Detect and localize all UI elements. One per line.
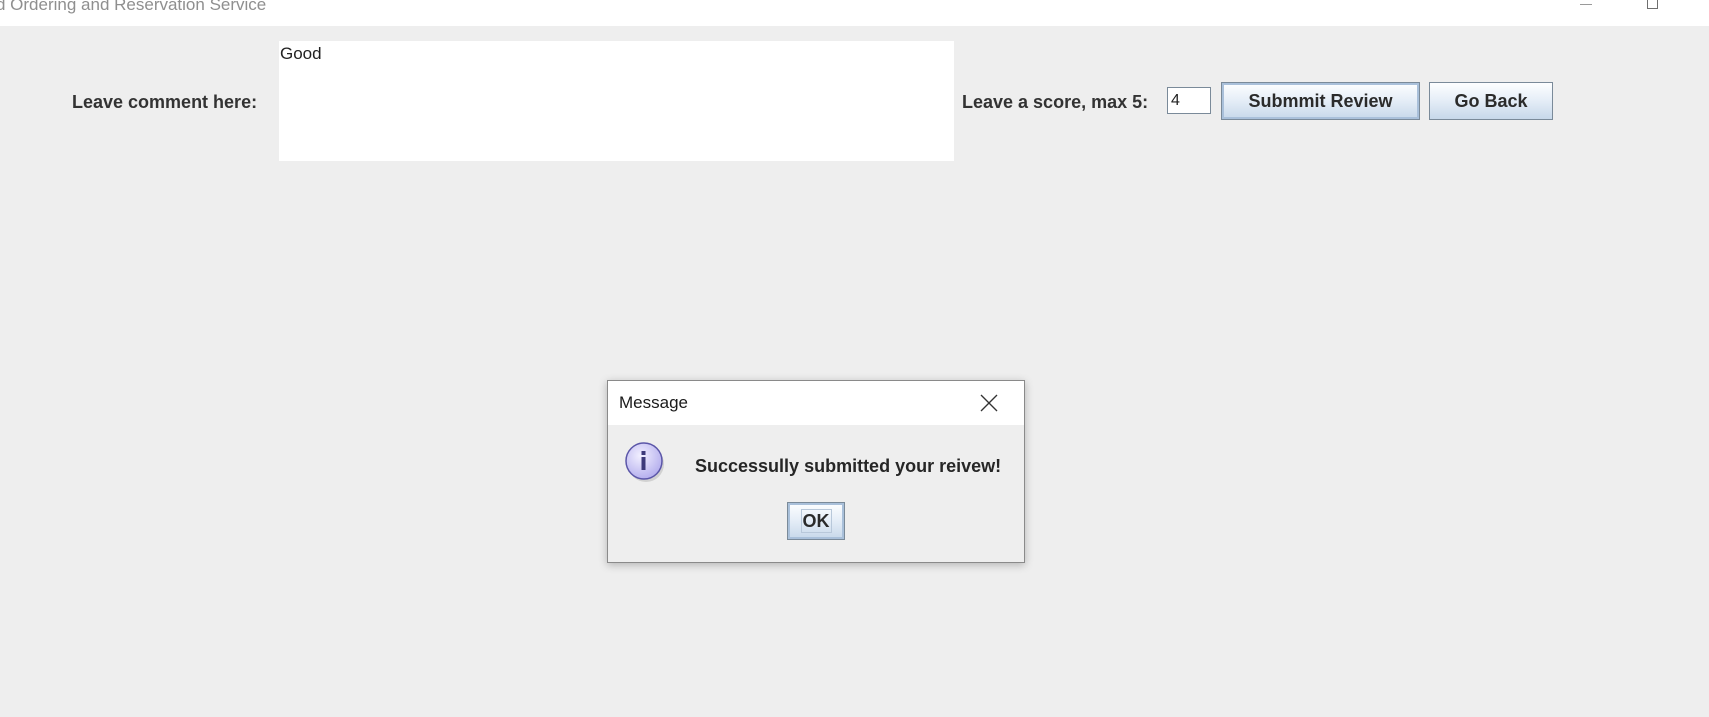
close-icon[interactable] (978, 393, 1000, 413)
window-titlebar: d Ordering and Reservation Service (0, 0, 1709, 26)
dialog-message: Successully submitted your reivew! (695, 456, 1002, 476)
maximize-button[interactable] (1630, 0, 1676, 12)
comment-textarea[interactable]: Good (279, 41, 954, 161)
dialog-titlebar: Message (608, 381, 1024, 425)
window-title: d Ordering and Reservation Service (0, 0, 267, 14)
dialog-title: Message (619, 393, 688, 412)
submit-review-button[interactable]: Submmit Review (1221, 82, 1420, 120)
ok-button[interactable]: OK (787, 502, 845, 540)
score-label: Leave a score, max 5: (962, 92, 1149, 112)
message-dialog: Message Successully submitted your reive… (607, 380, 1025, 563)
review-panel: Leave comment here: Good Leave a score, … (0, 26, 1709, 717)
ok-button-label: OK (800, 509, 832, 533)
information-icon (625, 441, 665, 483)
score-input[interactable] (1167, 87, 1211, 114)
go-back-button[interactable]: Go Back (1429, 82, 1553, 120)
minimize-button[interactable] (1562, 0, 1608, 12)
comment-label: Leave comment here: (72, 92, 258, 112)
